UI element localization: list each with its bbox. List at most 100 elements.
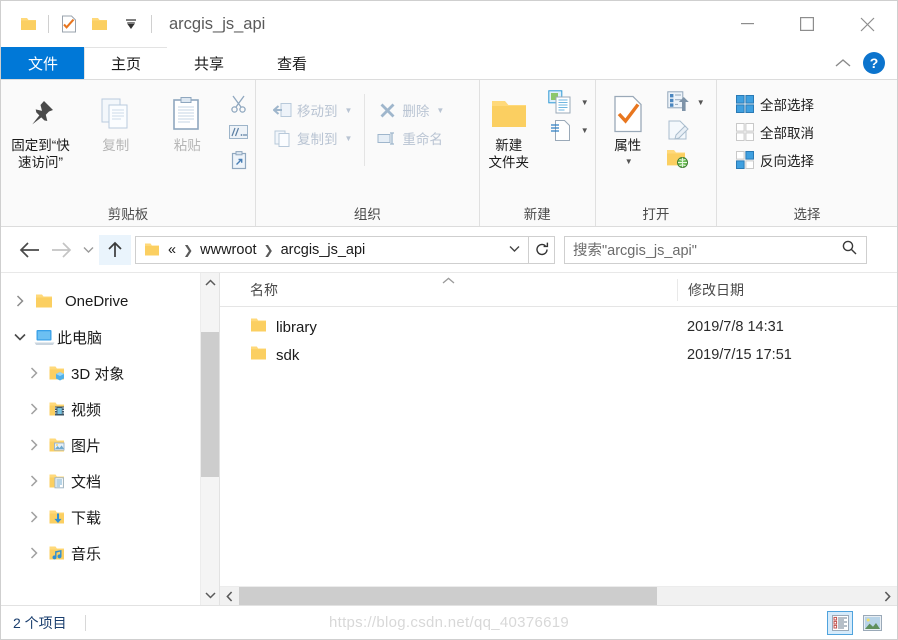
tab-home[interactable]: 主页 bbox=[84, 47, 168, 79]
watermark-text: https://blog.csdn.net/qq_40376619 bbox=[328, 614, 570, 631]
rename-button[interactable]: 重命名 bbox=[371, 124, 450, 152]
easy-access-caret-icon[interactable]: ▼ bbox=[581, 126, 589, 135]
file-scroll-thumb[interactable] bbox=[239, 587, 657, 605]
breadcrumb-item-arcgis-js-api[interactable]: arcgis_js_api bbox=[279, 242, 368, 258]
paste-shortcut-button[interactable] bbox=[223, 146, 255, 174]
folder-icon[interactable] bbox=[15, 11, 41, 37]
chevron-right-icon[interactable] bbox=[23, 475, 45, 487]
chevron-right-icon[interactable] bbox=[9, 295, 31, 307]
chevron-right-icon[interactable] bbox=[23, 511, 45, 523]
search-box[interactable]: 搜索"arcgis_js_api" bbox=[564, 235, 867, 264]
move-to-caret-icon[interactable]: ▼ bbox=[345, 106, 353, 115]
copy-path-icon bbox=[229, 122, 249, 142]
ribbon-group-select: 全部选择 全部取消 反向选择 选择 bbox=[717, 80, 897, 226]
new-item-button[interactable]: ▼ bbox=[542, 88, 595, 116]
tab-share[interactable]: 共享 bbox=[167, 47, 251, 79]
history-button[interactable] bbox=[660, 144, 711, 172]
cut-button[interactable] bbox=[223, 90, 255, 118]
this-pc-icon bbox=[31, 329, 57, 346]
folder-icon bbox=[250, 345, 267, 365]
tab-view[interactable]: 查看 bbox=[250, 47, 334, 79]
file-scroll-track[interactable] bbox=[239, 587, 878, 605]
qat-divider bbox=[48, 15, 49, 33]
nav-vertical-scrollbar[interactable] bbox=[200, 273, 219, 605]
table-row[interactable]: sdk 2019/7/15 17:51 bbox=[220, 341, 897, 369]
paste-button[interactable]: 粘贴 bbox=[151, 86, 223, 155]
delete-caret-icon[interactable]: ▼ bbox=[436, 106, 444, 115]
chevron-right-icon[interactable] bbox=[23, 403, 45, 415]
invert-selection-button[interactable]: 反向选择 bbox=[729, 146, 820, 174]
sidebar-item-3d-objects[interactable]: 3D 对象 bbox=[1, 355, 219, 391]
search-input[interactable]: 搜索"arcgis_js_api" bbox=[565, 239, 697, 260]
help-icon[interactable]: ? bbox=[863, 52, 885, 74]
scroll-down-arrow-icon[interactable] bbox=[201, 586, 219, 605]
maximize-button[interactable] bbox=[777, 1, 837, 47]
refresh-button[interactable] bbox=[529, 235, 555, 264]
edit-button[interactable] bbox=[660, 116, 711, 144]
chevron-right-icon[interactable] bbox=[23, 439, 45, 451]
new-item-caret-icon[interactable]: ▼ bbox=[581, 98, 589, 107]
move-to-button[interactable]: 移动到 ▼ bbox=[266, 96, 358, 124]
minimize-button[interactable] bbox=[717, 1, 777, 47]
search-icon[interactable] bbox=[842, 240, 866, 260]
breadcrumb-dropdown-icon[interactable] bbox=[501, 244, 528, 256]
properties-icon[interactable] bbox=[56, 11, 82, 37]
sidebar-item-pictures[interactable]: 图片 bbox=[1, 427, 219, 463]
pin-to-quick-access-button[interactable]: 固定到“快 速访问” bbox=[1, 86, 80, 172]
properties-label: 属性 bbox=[614, 138, 642, 153]
customize-dropdown-icon[interactable] bbox=[118, 11, 144, 37]
copy-to-caret-icon[interactable]: ▼ bbox=[345, 134, 353, 143]
up-button[interactable] bbox=[99, 234, 131, 265]
copy-path-button[interactable] bbox=[223, 118, 255, 146]
copy-to-button[interactable]: 复制到 ▼ bbox=[266, 124, 358, 152]
back-button[interactable] bbox=[13, 235, 45, 265]
new-folder-icon[interactable] bbox=[86, 11, 112, 37]
column-header-name[interactable]: 名称 bbox=[220, 277, 677, 300]
open-with-caret-icon[interactable]: ▼ bbox=[697, 98, 705, 107]
delete-button[interactable]: 删除 ▼ bbox=[371, 96, 450, 124]
collapse-ribbon-icon[interactable] bbox=[835, 56, 851, 71]
breadcrumb-separator-1[interactable]: ❯ bbox=[178, 243, 198, 257]
sidebar-item-documents[interactable]: 文档 bbox=[1, 463, 219, 499]
nav-scroll-thumb[interactable] bbox=[201, 332, 219, 477]
properties-button[interactable]: 属性 ▼ bbox=[596, 86, 660, 167]
breadcrumb-item-wwwroot[interactable]: wwwroot bbox=[198, 242, 258, 258]
new-folder-button[interactable]: 新建 文件夹 bbox=[480, 86, 542, 172]
nav-scroll-track[interactable] bbox=[201, 292, 219, 586]
file-name-cell: library bbox=[220, 317, 677, 337]
scroll-up-arrow-icon[interactable] bbox=[201, 273, 219, 292]
chevron-right-icon[interactable] bbox=[23, 547, 45, 559]
breadcrumb-separator-2[interactable]: ❯ bbox=[259, 243, 279, 257]
scroll-right-arrow-icon[interactable] bbox=[878, 587, 897, 605]
copy-button[interactable]: 复制 bbox=[80, 86, 152, 155]
file-horizontal-scrollbar[interactable] bbox=[220, 586, 897, 605]
sidebar-item-downloads[interactable]: 下载 bbox=[1, 499, 219, 535]
recent-locations-button[interactable] bbox=[77, 235, 99, 265]
easy-access-button[interactable]: ▼ bbox=[542, 116, 595, 144]
open-with-button[interactable]: ▼ bbox=[660, 88, 711, 116]
sidebar-item-music[interactable]: 音乐 bbox=[1, 535, 219, 571]
chevron-right-icon[interactable] bbox=[23, 367, 45, 379]
sidebar-item-onedrive[interactable]: OneDrive bbox=[1, 283, 219, 319]
scroll-left-arrow-icon[interactable] bbox=[220, 587, 239, 605]
organize-col-2: 删除 ▼ 重命名 bbox=[371, 94, 450, 152]
properties-caret-icon[interactable]: ▼ bbox=[625, 157, 633, 167]
breadcrumb-overflow[interactable]: « bbox=[166, 242, 178, 258]
column-header-date[interactable]: 修改日期 bbox=[677, 278, 897, 301]
sidebar-item-videos[interactable]: 视频 bbox=[1, 391, 219, 427]
table-row[interactable]: library 2019/7/8 14:31 bbox=[220, 313, 897, 341]
select-all-button[interactable]: 全部选择 bbox=[729, 90, 820, 118]
breadcrumb[interactable]: « ❯ wwwroot ❯ arcgis_js_api bbox=[135, 235, 529, 264]
chevron-down-icon[interactable] bbox=[9, 333, 31, 341]
sidebar-label-documents: 文档 bbox=[71, 473, 102, 491]
tab-file[interactable]: 文件 bbox=[1, 47, 85, 79]
onedrive-folder-icon bbox=[31, 293, 57, 309]
sidebar-item-this-pc[interactable]: 此电脑 bbox=[1, 319, 219, 355]
select-none-button[interactable]: 全部取消 bbox=[729, 118, 820, 146]
close-button[interactable] bbox=[837, 1, 897, 47]
large-icons-view-icon[interactable] bbox=[859, 611, 885, 635]
group-title-clipboard: 剪贴板 bbox=[107, 207, 149, 222]
new-item-icon bbox=[548, 89, 574, 115]
forward-button[interactable] bbox=[45, 235, 77, 265]
details-view-icon[interactable] bbox=[827, 610, 853, 635]
